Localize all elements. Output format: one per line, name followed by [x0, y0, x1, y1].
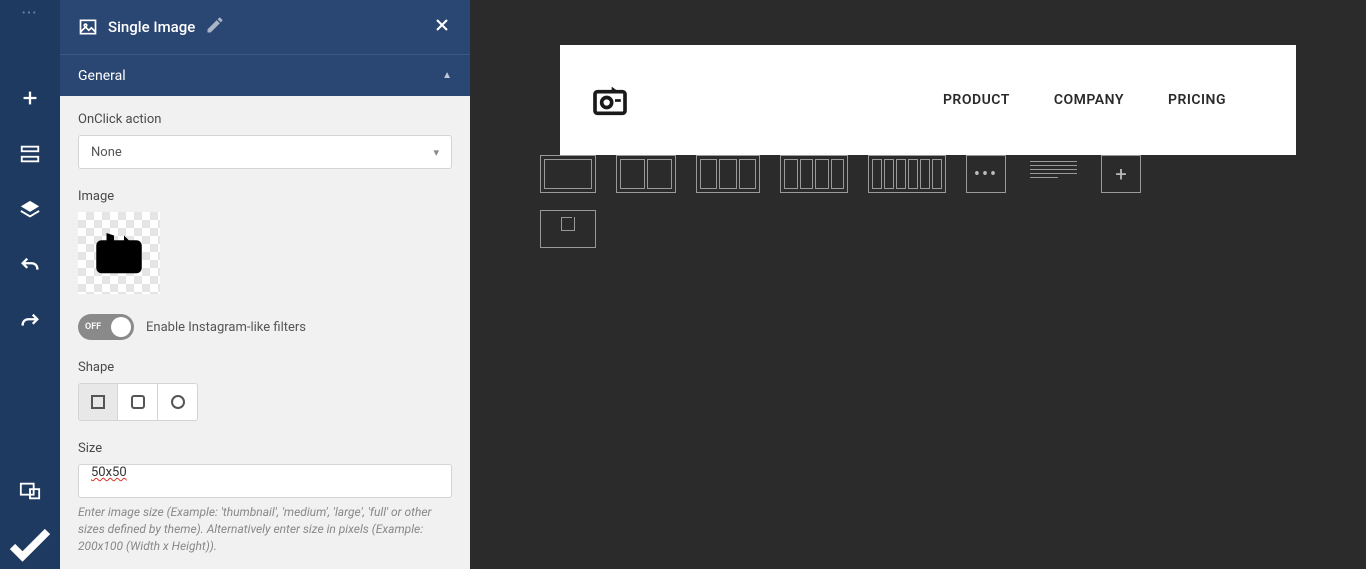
site-nav: PRODUCT COMPANY PRICING	[943, 92, 1226, 108]
preview-canvas: PRODUCT COMPANY PRICING ••• +	[470, 0, 1366, 569]
layout-1col[interactable]	[540, 155, 596, 193]
section-general[interactable]: General ▲	[60, 54, 470, 96]
layout-4col[interactable]	[780, 155, 848, 193]
field-onclick: OnClick action None ▾	[78, 112, 452, 169]
layout-3col[interactable]	[696, 155, 760, 193]
shape-square-button[interactable]	[78, 383, 118, 421]
toggle-knob	[111, 317, 131, 337]
nav-pricing[interactable]: PRICING	[1168, 92, 1226, 108]
shape-circle-button[interactable]	[158, 383, 198, 421]
panel-header: Single Image	[60, 0, 470, 54]
size-label: Size	[78, 441, 452, 456]
caret-up-icon: ▲	[442, 70, 452, 81]
redo-button[interactable]	[0, 294, 60, 350]
size-help: Enter image size (Example: 'thumbnail', …	[78, 504, 452, 554]
nav-product[interactable]: PRODUCT	[943, 92, 1010, 108]
onclick-label: OnClick action	[78, 112, 452, 127]
layout-options-row: ••• +	[540, 155, 1306, 193]
nav-company[interactable]: COMPANY	[1054, 92, 1124, 108]
onclick-select[interactable]: None ▾	[78, 135, 452, 169]
layout-add-button[interactable]: +	[1101, 155, 1141, 193]
rounded-square-icon	[131, 395, 145, 409]
chevron-down-icon: ▾	[433, 146, 439, 159]
shape-label: Shape	[78, 360, 452, 375]
pencil-icon[interactable]	[205, 15, 225, 39]
filters-toggle[interactable]: OFF	[78, 314, 134, 340]
circle-icon	[171, 395, 185, 409]
image-label: Image	[78, 189, 452, 204]
field-shape: Shape	[78, 360, 452, 421]
site-header: PRODUCT COMPANY PRICING	[560, 45, 1296, 155]
image-icon	[78, 17, 98, 37]
settings-panel: Single Image General ▲ OnClick action No…	[60, 0, 470, 569]
onclick-value: None	[91, 145, 122, 160]
toggle-state: OFF	[85, 322, 101, 332]
close-icon[interactable]	[432, 15, 452, 39]
section-label: General	[78, 68, 126, 84]
layout-options-row2	[540, 210, 596, 248]
responsive-button[interactable]	[0, 463, 60, 519]
layout-more-button[interactable]: •••	[966, 155, 1006, 193]
layout-2col[interactable]	[616, 155, 676, 193]
panel-body: OnClick action None ▾ Image OFF	[60, 96, 470, 569]
shape-rounded-button[interactable]	[118, 383, 158, 421]
site-logo[interactable]	[590, 80, 630, 120]
layers-button[interactable]	[0, 182, 60, 238]
image-preview[interactable]	[78, 212, 160, 294]
layout-6col[interactable]	[868, 155, 946, 193]
size-input[interactable]: 50x50	[78, 464, 452, 498]
field-filters: OFF Enable Instagram-like filters	[78, 314, 452, 340]
undo-button[interactable]	[0, 238, 60, 294]
save-button[interactable]	[0, 519, 60, 569]
add-element-button[interactable]	[0, 70, 60, 126]
templates-button[interactable]	[0, 126, 60, 182]
layout-text-button[interactable]	[1026, 155, 1081, 193]
size-value: 50x50	[91, 465, 127, 480]
editor-rail: •••	[0, 0, 60, 569]
rail-grip-icon: •••	[22, 8, 38, 19]
field-image: Image	[78, 189, 452, 294]
field-size: Size 50x50 Enter image size (Example: 't…	[78, 441, 452, 554]
square-icon	[91, 395, 105, 409]
panel-title: Single Image	[108, 18, 195, 36]
layout-folded-button[interactable]	[540, 210, 596, 248]
filters-text: Enable Instagram-like filters	[146, 320, 306, 335]
